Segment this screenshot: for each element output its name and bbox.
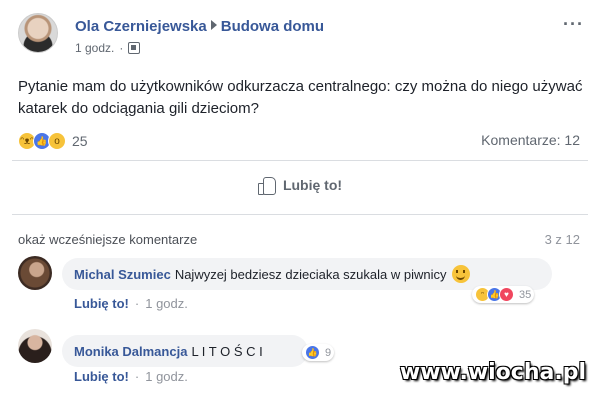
comment-time[interactable]: 1 godz. (145, 296, 188, 311)
comments-page-count: 3 z 12 (544, 232, 580, 247)
like-button[interactable]: Lubię to! (0, 176, 600, 195)
comment-reactions[interactable]: ᵔ 👍 ♥ 35 (472, 286, 535, 303)
comment-like-link[interactable]: Lubię to! (74, 296, 129, 311)
thumb-up-icon (257, 176, 276, 195)
post-time[interactable]: 1 godz. (75, 41, 114, 55)
author-avatar[interactable] (18, 13, 58, 53)
reactions-summary[interactable]: ᵔᴥᵔ 👍 o 25 (18, 132, 88, 150)
comments-count-link[interactable]: Komentarze: 12 (481, 132, 580, 148)
post-header: Ola Czerniejewska Budowa domu (75, 18, 324, 35)
comment-actions: Lubię to! · 1 godz. (74, 296, 188, 311)
commenter-avatar[interactable] (18, 329, 52, 363)
comment-bubble: Monika Dalmancja L I T O Ś C I (62, 335, 308, 367)
view-previous-comments-link[interactable]: okaż wcześniejsze komentarze (18, 232, 197, 247)
wow-icon: o (48, 132, 66, 150)
separator-dot: · (134, 296, 140, 311)
post-text: Pytanie mam do użytkowników odkurzacza c… (18, 78, 583, 117)
separator-dot: · (134, 369, 140, 384)
like-button-label: Lubię to! (282, 177, 343, 193)
arrow-right-icon (210, 20, 217, 30)
comment-text: L I T O Ś C I (191, 343, 263, 359)
comment-author-link[interactable]: Michal Szumiec (74, 267, 171, 282)
more-options-icon[interactable]: ··· (563, 14, 584, 35)
divider (12, 160, 588, 161)
comment-reactions[interactable]: 👍 9 (302, 344, 335, 361)
comment-like-link[interactable]: Lubię to! (74, 369, 129, 384)
comment-time[interactable]: 1 godz. (145, 369, 188, 384)
separator-dot: · (119, 41, 124, 55)
comment-author-link[interactable]: Monika Dalmancja (74, 344, 187, 359)
group-privacy-icon (128, 42, 141, 54)
love-icon: ♥ (499, 287, 514, 302)
site-watermark: www.wiocha.pl (399, 360, 586, 385)
comment-text: Najwyzej bedziesz dzieciaka szukala w pi… (174, 266, 447, 282)
group-name-link[interactable]: Budowa domu (221, 18, 324, 35)
reaction-count: 25 (72, 133, 88, 149)
comment-actions: Lubię to! · 1 godz. (74, 369, 188, 384)
post-meta: 1 godz. · (75, 41, 141, 55)
like-icon: 👍 (305, 345, 320, 360)
comment-reaction-count: 9 (325, 346, 332, 359)
smile-icon (452, 265, 471, 283)
commenter-avatar[interactable] (18, 256, 52, 290)
comment-reaction-count: 35 (519, 288, 532, 301)
divider (12, 214, 588, 215)
author-name-link[interactable]: Ola Czerniejewska (75, 18, 207, 35)
